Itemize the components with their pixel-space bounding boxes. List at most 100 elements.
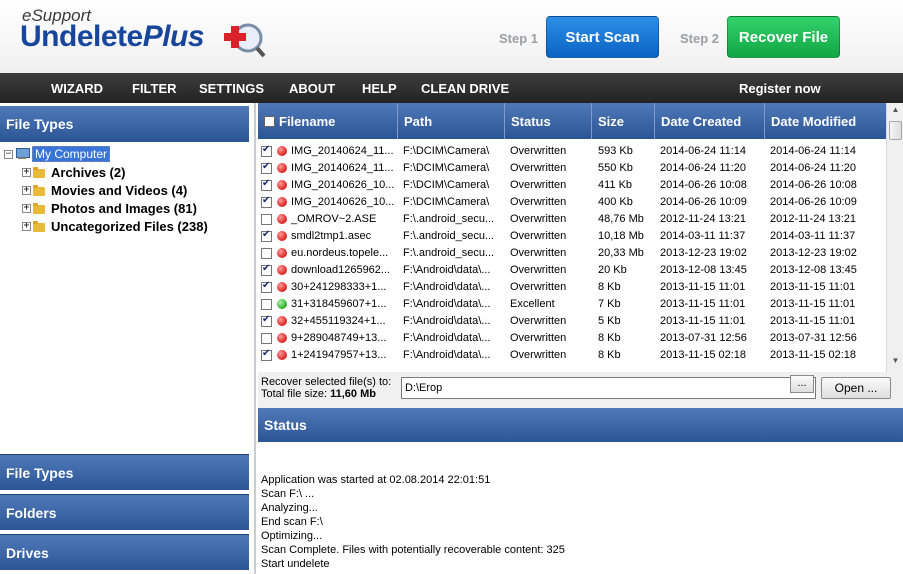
scroll-up-icon[interactable]: ▲ [887, 105, 903, 119]
row-checkbox[interactable] [261, 195, 272, 208]
cell-modified: 2013-07-31 12:56 [770, 332, 857, 344]
recover-path-value: D:\Erop [405, 382, 443, 394]
step1-label: Step 1 [499, 31, 539, 46]
row-checkbox[interactable] [261, 333, 272, 344]
cell-created: 2013-12-23 19:02 [660, 247, 747, 259]
cell-created: 2013-11-15 02:18 [660, 349, 747, 361]
table-row[interactable]: IMG_20140626_10... F:\DCIM\Camera\ Overwri… [258, 177, 886, 194]
menu-help[interactable]: HELP [362, 81, 397, 96]
table-row[interactable]: 31+318459607+1... F:\Android\data\... Exce… [258, 296, 886, 313]
table-row[interactable]: 30+241298333+1... F:\Android\data\... Over… [258, 279, 886, 296]
tree-item-movies[interactable]: + Movies and Videos (4) [4, 181, 249, 199]
row-checkbox[interactable] [261, 144, 272, 157]
cell-status: Overwritten [510, 230, 567, 242]
cell-status: Overwritten [510, 213, 567, 225]
table-row[interactable]: IMG_20140626_10... F:\DCIM\Camera\ Overwri… [258, 194, 886, 211]
cell-path: F:\Android\data\... [403, 264, 491, 276]
open-button[interactable]: Open ... [821, 377, 891, 399]
tree-item-archives[interactable]: + Archives (2) [4, 163, 249, 181]
cell-size: 8 Kb [598, 349, 621, 361]
cell-size: 20,33 Mb [598, 247, 644, 259]
tree-item-uncategorized[interactable]: + Uncategorized Files (238) [4, 217, 249, 235]
menu-wizard[interactable]: WIZARD [51, 81, 103, 96]
expand-icon[interactable]: + [22, 167, 31, 177]
column-date-created[interactable]: Date Created [655, 103, 765, 139]
cell-created: 2014-03-11 11:37 [660, 230, 746, 242]
cell-filename: 30+241298333+1... [291, 281, 387, 293]
column-filename[interactable]: Filename [258, 103, 398, 139]
cell-status: Overwritten [510, 281, 567, 293]
column-date-modified[interactable]: Date Modified [765, 103, 886, 139]
table-row[interactable]: download1265962... F:\Android\data\... Ove… [258, 262, 886, 279]
table-row[interactable]: 32+455119324+1... F:\Android\data\... Over… [258, 313, 886, 330]
menu-settings[interactable]: SETTINGS [199, 81, 264, 96]
row-checkbox[interactable] [261, 299, 272, 310]
row-checkbox[interactable] [261, 263, 272, 276]
cell-created: 2014-06-24 11:14 [660, 145, 747, 157]
status-bad-icon [277, 214, 287, 224]
table-row[interactable]: IMG_20140624_11... F:\DCIM\Camera\ Overwri… [258, 160, 886, 177]
status-log-line: Optimizing... [261, 530, 323, 542]
browse-button[interactable]: ... [790, 375, 814, 393]
menu-filter[interactable]: FILTER [132, 81, 177, 96]
expand-icon[interactable]: + [22, 203, 31, 213]
cell-modified: 2014-06-24 11:20 [770, 162, 857, 174]
status-bad-icon [277, 333, 287, 343]
tree-root-label[interactable]: My Computer [32, 146, 111, 162]
table-row[interactable]: eu.nordeus.topele... F:\.android_secu... O… [258, 245, 886, 262]
cell-path: F:\DCIM\Camera\ [403, 196, 490, 208]
tree-root[interactable]: − My Computer [4, 145, 249, 163]
menu-about[interactable]: ABOUT [289, 81, 335, 96]
row-checkbox[interactable] [261, 229, 272, 242]
row-checkbox[interactable] [261, 348, 272, 361]
table-row[interactable]: _OMROV~2.ASE F:\.android_secu... Overwritt… [258, 211, 886, 228]
cell-created: 2014-06-26 10:08 [660, 179, 747, 191]
cell-size: 550 Kb [598, 162, 633, 174]
cell-path: F:\Android\data\... [403, 315, 491, 327]
app-header: eSupport UndeletePlus Step 1 Start Scan … [0, 0, 903, 73]
expand-icon[interactable]: + [22, 185, 31, 195]
total-size-label: Total file size: [261, 388, 328, 400]
recover-file-button[interactable]: Recover File [727, 16, 840, 58]
cell-status: Overwritten [510, 315, 567, 327]
table-row[interactable]: 9+289048749+13... F:\Android\data\... Over… [258, 330, 886, 347]
cell-modified: 2012-11-24 13:21 [770, 213, 857, 225]
column-path[interactable]: Path [398, 103, 505, 139]
cell-status: Overwritten [510, 332, 567, 344]
row-checkbox[interactable] [261, 248, 272, 259]
column-size[interactable]: Size [592, 103, 655, 139]
recover-path-input[interactable]: D:\Erop [401, 377, 816, 399]
scroll-down-icon[interactable]: ▼ [887, 356, 903, 370]
table-row[interactable]: smdl2tmp1.asec F:\.android_secu... Overwri… [258, 228, 886, 245]
table-scrollbar[interactable]: ▲ ▼ [886, 103, 903, 372]
row-checkbox[interactable] [261, 161, 272, 174]
row-checkbox[interactable] [261, 178, 272, 191]
cell-path: F:\Android\data\... [403, 332, 491, 344]
row-checkbox[interactable] [261, 280, 272, 293]
tab-folders[interactable]: Folders [0, 494, 249, 530]
cell-path: F:\.android_secu... [403, 247, 495, 259]
scroll-thumb[interactable] [889, 121, 902, 140]
cell-modified: 2013-11-15 02:18 [770, 349, 857, 361]
tab-drives[interactable]: Drives [0, 534, 249, 570]
menu-clean-drive[interactable]: CLEAN DRIVE [421, 81, 509, 96]
row-checkbox[interactable] [261, 314, 272, 327]
column-status[interactable]: Status [505, 103, 592, 139]
register-now-link[interactable]: Register now [739, 81, 821, 96]
left-panel: File Types − My Computer + Archives (2) … [0, 103, 256, 574]
collapse-icon[interactable]: − [4, 149, 13, 159]
cell-filename: IMG_20140626_10... [291, 179, 395, 191]
step2-label: Step 2 [680, 31, 720, 46]
table-row[interactable]: IMG_20140624_11... F:\DCIM\Camera\ Overwri… [258, 143, 886, 160]
select-all-checkbox[interactable] [264, 115, 275, 127]
cell-path: F:\DCIM\Camera\ [403, 162, 490, 174]
cell-filename: download1265962... [291, 264, 391, 276]
row-checkbox[interactable] [261, 214, 272, 225]
table-row[interactable]: 1+241947957+13... F:\Android\data\... Over… [258, 347, 886, 364]
tab-file-types[interactable]: File Types [0, 454, 249, 490]
expand-icon[interactable]: + [22, 221, 31, 231]
cell-filename: 31+318459607+1... [291, 298, 387, 310]
tree-item-photos[interactable]: + Photos and Images (81) [4, 199, 249, 217]
tree-item-label: Movies and Videos (4) [51, 182, 188, 198]
start-scan-button[interactable]: Start Scan [546, 16, 659, 58]
